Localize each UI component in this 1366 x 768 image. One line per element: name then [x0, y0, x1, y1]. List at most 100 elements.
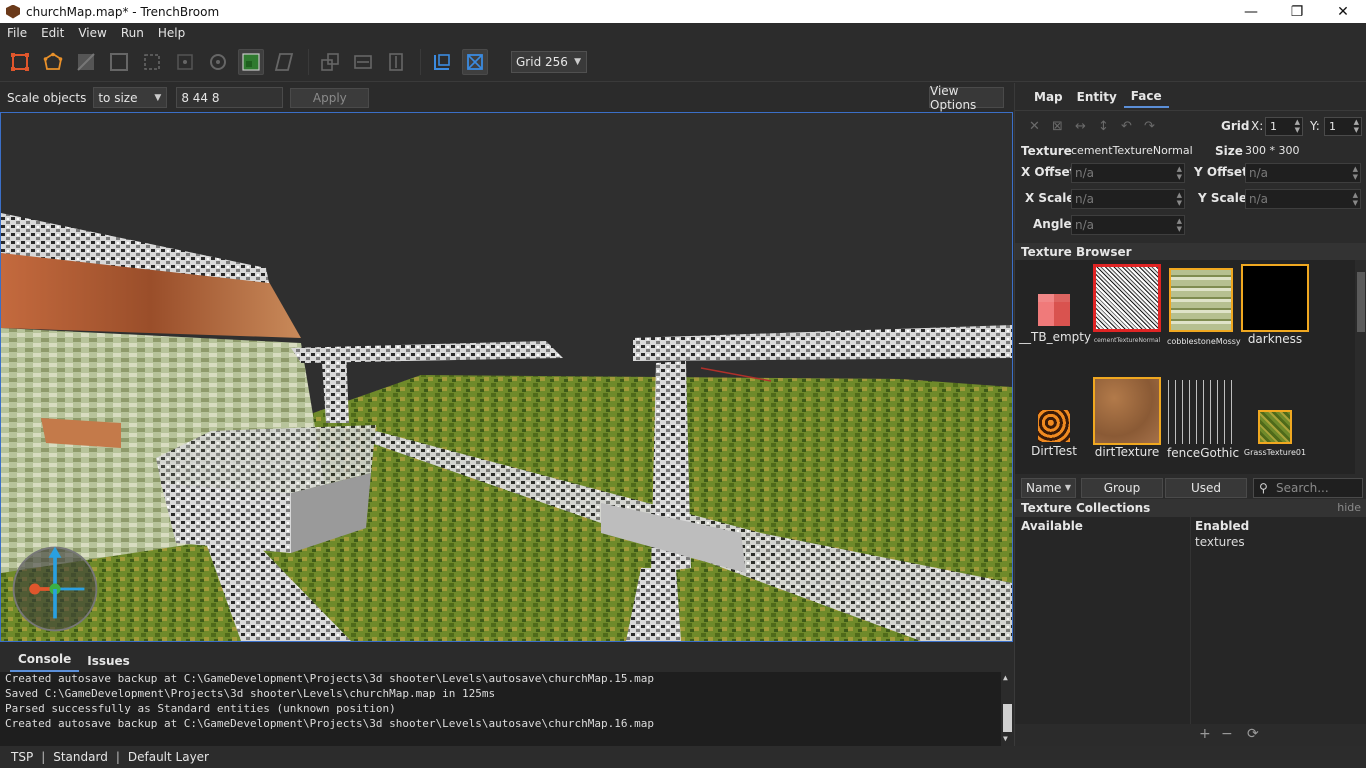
apply-button[interactable]: Apply — [290, 87, 370, 108]
texture-item[interactable]: cobblestoneMossy — [1167, 268, 1241, 346]
texture-thumbnail — [1038, 410, 1070, 442]
menu-help[interactable]: Help — [151, 26, 192, 40]
hide-link[interactable]: hide — [1337, 499, 1361, 517]
texture-search-input[interactable]: ⚲ Search... — [1253, 478, 1363, 498]
trenchbroom-app-icon — [6, 4, 20, 19]
texture-thumbnail — [1093, 264, 1161, 332]
tab-face[interactable]: Face — [1123, 85, 1169, 108]
stepper-arrows-icon[interactable]: ▲ ▼ — [1177, 191, 1182, 207]
status-mode: Standard — [53, 750, 108, 764]
reset-to-world-icon[interactable]: ⊠ — [1046, 119, 1069, 134]
stepper-arrows-icon[interactable]: ▲ ▼ — [1353, 191, 1358, 207]
reload-icon[interactable]: ⟳ — [1247, 726, 1259, 742]
tab-issues[interactable]: Issues — [79, 654, 138, 672]
menu-bar: File Edit View Run Help — [0, 23, 1366, 43]
texture-thumbnail — [1258, 410, 1292, 444]
camera-orientation-gizmo-icon[interactable] — [9, 543, 101, 635]
y-scale-input[interactable]: n/a ▲ ▼ — [1245, 189, 1361, 209]
enabled-header: Enabled — [1195, 519, 1250, 533]
flip-vertical-icon[interactable] — [383, 49, 409, 75]
reset-texture-icon[interactable]: ✕ — [1023, 119, 1046, 134]
menu-run[interactable]: Run — [114, 26, 151, 40]
menu-edit[interactable]: Edit — [34, 26, 71, 40]
collections-divider — [1190, 517, 1191, 746]
texture-thumbnail — [1169, 268, 1233, 332]
console-output[interactable]: Created autosave backup at C:\GameDevelo… — [0, 672, 1014, 746]
texture-item[interactable]: GrassTexture01 — [1241, 410, 1309, 457]
texture-item[interactable]: fenceGothic — [1167, 380, 1239, 460]
stepper-arrows-icon[interactable]: ▲ ▼ — [1354, 118, 1359, 134]
collections-footer: + − ⟳ — [1015, 724, 1366, 746]
angle-input[interactable]: n/a ▲ ▼ — [1071, 215, 1185, 235]
x-scale-input[interactable]: n/a ▲ ▼ — [1071, 189, 1185, 209]
texture-browser-scrollbar-thumb[interactable] — [1357, 272, 1365, 332]
edge-tool-icon[interactable] — [73, 49, 99, 75]
y-offset-input[interactable]: n/a ▲ ▼ — [1245, 163, 1361, 183]
texture-item[interactable]: dirtTexture — [1093, 377, 1161, 459]
grid-label: Grid — [1221, 119, 1250, 133]
stepper-arrows-icon[interactable]: ▲ ▼ — [1353, 165, 1358, 181]
console-line: Saved C:\GameDevelopment\Projects\3d sho… — [5, 687, 496, 700]
clip-tool-icon[interactable] — [139, 49, 165, 75]
menu-file[interactable]: File — [0, 26, 34, 40]
rotate-tool-icon[interactable] — [205, 49, 231, 75]
tab-console[interactable]: Console — [10, 652, 80, 672]
close-icon[interactable]: ✕ — [1320, 0, 1366, 23]
3d-viewport[interactable] — [0, 112, 1013, 642]
uv-lock-icon[interactable] — [462, 49, 488, 75]
console-scrollbar[interactable]: ▲ ▼ — [1001, 672, 1014, 746]
tab-map[interactable]: Map — [1027, 86, 1070, 107]
x-offset-value: n/a — [1075, 166, 1095, 180]
shear-tool-icon[interactable] — [271, 49, 297, 75]
remove-icon[interactable]: − — [1221, 726, 1233, 742]
grid-y-value: 1 — [1329, 120, 1336, 133]
grid-size-dropdown[interactable]: Grid 256 ▼ — [511, 51, 587, 73]
point-tool-icon[interactable] — [172, 49, 198, 75]
texture-item[interactable]: __TB_empty — [1019, 294, 1091, 344]
group-button[interactable]: Group — [1081, 478, 1163, 498]
y-offset-label: Y Offset — [1194, 165, 1248, 179]
rotate-left-icon[interactable]: ↶ — [1115, 119, 1138, 134]
grid-y-stepper[interactable]: 1 ▲ ▼ — [1324, 117, 1362, 136]
console-line: Created autosave backup at C:\GameDevelo… — [5, 717, 655, 730]
grid-x-stepper[interactable]: 1 ▲ ▼ — [1265, 117, 1303, 136]
duplicate-icon[interactable] — [317, 49, 343, 75]
select-brush-tool-icon[interactable] — [7, 49, 33, 75]
tab-entity[interactable]: Entity — [1070, 86, 1124, 107]
add-icon[interactable]: + — [1199, 726, 1211, 742]
flip-horizontal-icon[interactable]: ↔ — [1069, 119, 1092, 134]
console-scrollbar-thumb[interactable] — [1003, 704, 1012, 732]
window-title: churchMap.map* - TrenchBroom — [26, 4, 220, 19]
sort-dropdown[interactable]: Name ▼ — [1021, 478, 1076, 498]
minimize-icon[interactable]: — — [1228, 0, 1274, 23]
texture-browser-scrollbar[interactable] — [1355, 260, 1366, 474]
rotate-right-icon[interactable]: ↷ — [1138, 119, 1161, 134]
flip-horizontal-icon[interactable] — [350, 49, 376, 75]
vertex-tool-icon[interactable] — [40, 49, 66, 75]
scroll-down-icon[interactable]: ▼ — [1003, 734, 1008, 743]
maximize-icon[interactable]: ❐ — [1274, 0, 1320, 23]
chevron-down-icon: ▼ — [574, 57, 581, 67]
texture-item[interactable]: DirtTest — [1019, 410, 1089, 458]
texture-alignment-icon[interactable] — [429, 49, 455, 75]
texture-item[interactable]: darkness — [1241, 264, 1309, 346]
used-button[interactable]: Used — [1165, 478, 1247, 498]
status-separator: | — [41, 750, 46, 764]
x-offset-label: X Offset — [1021, 165, 1076, 179]
flip-vertical-icon[interactable]: ↕ — [1092, 119, 1115, 134]
enabled-collection-item[interactable]: textures — [1195, 535, 1245, 549]
stepper-arrows-icon[interactable]: ▲ ▼ — [1177, 165, 1182, 181]
scale-mode-dropdown[interactable]: to size ▼ — [93, 87, 168, 108]
face-tool-icon[interactable] — [106, 49, 132, 75]
scroll-up-icon[interactable]: ▲ — [1003, 673, 1008, 682]
texture-item-selected[interactable]: cementTextureNormal — [1093, 264, 1161, 344]
texture-lock-icon[interactable] — [238, 49, 264, 75]
texture-browser[interactable]: __TB_empty cementTextureNormal cobblesto… — [1015, 260, 1366, 474]
inspector-tabs: Map Entity Face — [1015, 83, 1366, 111]
stepper-arrows-icon[interactable]: ▲ ▼ — [1177, 217, 1182, 233]
stepper-arrows-icon[interactable]: ▲ ▼ — [1295, 118, 1300, 134]
view-options-button[interactable]: View Options — [929, 84, 1004, 112]
x-offset-input[interactable]: n/a ▲ ▼ — [1071, 163, 1185, 183]
scale-size-input[interactable]: 8 44 8 — [176, 87, 284, 108]
menu-view[interactable]: View — [71, 26, 113, 40]
